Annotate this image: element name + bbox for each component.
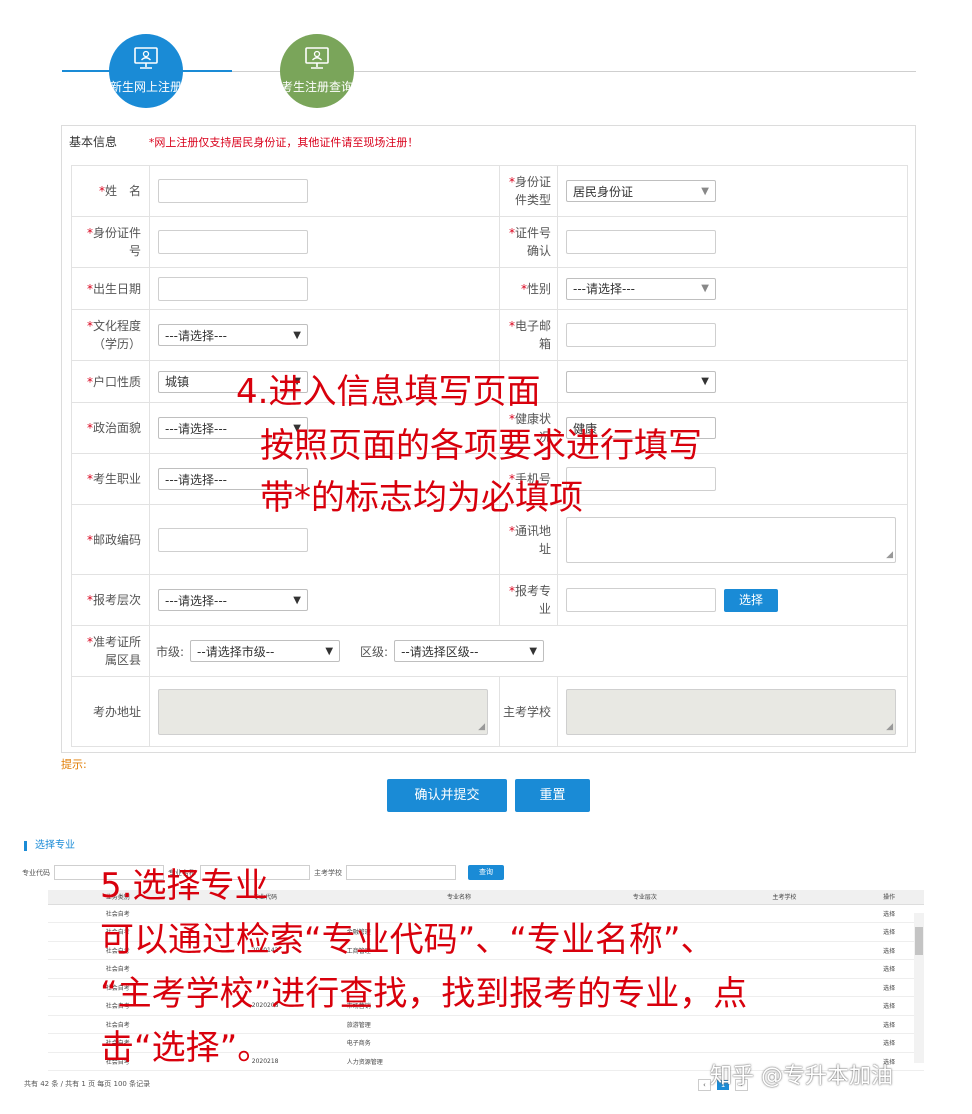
gender-select[interactable]: ---请选择--- ▼ <box>566 277 716 300</box>
choose-major-button[interactable]: 选择 <box>724 588 778 612</box>
watermark: 知乎 @专升本加油 <box>710 1064 893 1089</box>
annotation-step4-line3: 带*的标志均为必填项 <box>260 478 583 518</box>
annotation-step5-title: 5.选择专业 <box>100 866 269 906</box>
table-cell <box>714 922 855 942</box>
chevron-down-icon: ▼ <box>701 283 709 294</box>
query-button[interactable]: 查询 <box>468 865 504 880</box>
column-header: 操作 <box>854 890 924 905</box>
chevron-down-icon: ▼ <box>293 594 301 606</box>
step-label: 新生网上注册 <box>109 80 182 94</box>
picker-footer: 共有 42 条 / 共有 1 页 每页 100 条记录 <box>24 1080 151 1088</box>
field-label: *文化程度（学历） <box>71 309 150 361</box>
step-progress: 新生网上注册 考生注册查询 <box>0 0 972 120</box>
field-label: *证件号确认 <box>499 216 558 268</box>
table-cell <box>575 1015 715 1034</box>
annotation-step5-line3: “主考学校”进行查找，找到报考的专业，点 <box>100 974 748 1014</box>
chevron-down-icon: ▼ <box>701 185 709 197</box>
annotation-step5-line4: 击“选择”。 <box>100 1028 272 1068</box>
annotation-step4-title: 4.进入信息填写页面 <box>236 372 541 412</box>
field-label: *考生职业 <box>71 453 150 505</box>
name-input[interactable] <box>158 179 308 203</box>
table-cell <box>575 1033 715 1053</box>
form-header: 基本信息 *网上注册仅支持居民身份证，其他证件请至现场注册！ <box>62 126 915 158</box>
field-label: *姓 名 <box>71 165 150 217</box>
reset-button[interactable]: 重置 <box>515 779 590 812</box>
phone-input[interactable] <box>566 467 716 491</box>
column-header: 专业名称 <box>342 890 576 905</box>
city-label: 市级: <box>156 644 185 659</box>
chevron-down-icon: ▼ <box>293 329 301 341</box>
column-header: 专业层次 <box>575 890 715 905</box>
id-number-input[interactable] <box>158 230 308 254</box>
picker-title: 选择专业 <box>24 841 75 851</box>
school-input[interactable] <box>346 865 456 880</box>
scrollbar-thumb[interactable] <box>915 927 923 955</box>
field-label: *邮政编码 <box>71 504 150 575</box>
table-cell <box>575 1052 715 1071</box>
column-header: 主考学校 <box>714 890 855 905</box>
annotation-step4-line2: 按照页面的各项要求进行填写 <box>260 426 702 466</box>
table-cell: 电子商务 <box>342 1033 576 1053</box>
table-cell <box>714 1033 855 1053</box>
monitor-icon <box>134 47 158 69</box>
monitor-icon <box>305 47 329 69</box>
area-label: 区级: <box>360 644 389 659</box>
prev-page-button[interactable]: ‹ <box>698 1079 711 1091</box>
resize-grip-icon[interactable]: ◢ <box>886 550 893 560</box>
level-select[interactable]: ---请选择--- ▼ <box>158 589 308 611</box>
chevron-down-icon: ▼ <box>701 376 709 387</box>
code-label: 专业代码 <box>22 868 50 877</box>
select-under-annotation[interactable]: ▼ <box>566 370 716 393</box>
school-label: 主考学校 <box>314 868 342 877</box>
chevron-down-icon: ▼ <box>325 645 334 657</box>
school-textarea: ◢ <box>566 688 896 735</box>
city-select[interactable]: --请选择市级-- ▼ <box>190 640 341 662</box>
step-label: 考生注册查询 <box>280 80 353 94</box>
table-cell: 旅游管理 <box>342 1015 576 1034</box>
table-cell: 人力资源管理 <box>342 1052 576 1071</box>
postcode-input[interactable] <box>158 527 308 552</box>
office-address-textarea: ◢ <box>158 688 488 735</box>
field-label: *电子邮箱 <box>499 309 558 361</box>
field-label: 考办地址 <box>71 676 150 747</box>
email-input[interactable] <box>566 323 716 347</box>
id-type-select[interactable]: 居民身份证 ▼ <box>566 180 716 202</box>
chevron-down-icon: ▼ <box>529 645 538 657</box>
education-select[interactable]: ---请选择--- ▼ <box>158 324 308 346</box>
field-label: *身份证件号 <box>71 216 150 268</box>
annotation-step5-line2: 可以通过检索“专业代码”、“专业名称”、 <box>100 920 715 960</box>
birth-date-input[interactable] <box>158 276 308 301</box>
field-label: *政治面貌 <box>71 402 150 454</box>
step-register-query[interactable]: 考生注册查询 <box>280 34 354 108</box>
table-cell <box>714 1015 855 1034</box>
field-label: *户口性质 <box>71 360 150 403</box>
field-label: 主考学校 <box>499 676 558 747</box>
table-cell <box>714 941 855 960</box>
field-label: *出生日期 <box>71 267 150 310</box>
submit-button[interactable]: 确认并提交 <box>387 779 507 812</box>
area-select[interactable]: --请选择区级-- ▼ <box>394 640 545 662</box>
field-label: *身份证件类型 <box>499 165 558 217</box>
field-label: *性别 <box>499 267 558 310</box>
step-online-register[interactable]: 新生网上注册 <box>109 34 183 108</box>
field-label: *报考层次 <box>71 574 150 626</box>
field-label: *报考专业 <box>499 574 558 626</box>
field-label: *准考证所属区县 <box>71 625 150 677</box>
hint-text: 提示: <box>61 758 87 771</box>
table-scrollbar[interactable] <box>914 913 924 1063</box>
table-cell <box>714 904 855 923</box>
resize-grip-icon: ◢ <box>886 721 893 732</box>
major-input[interactable] <box>566 588 716 612</box>
id-confirm-input[interactable] <box>566 230 716 254</box>
resize-grip-icon: ◢ <box>478 721 485 732</box>
address-textarea[interactable]: ◢ <box>566 516 896 563</box>
section-title: 基本信息 <box>69 135 118 149</box>
form-notice: *网上注册仅支持居民身份证，其他证件请至现场注册！ <box>148 136 419 149</box>
